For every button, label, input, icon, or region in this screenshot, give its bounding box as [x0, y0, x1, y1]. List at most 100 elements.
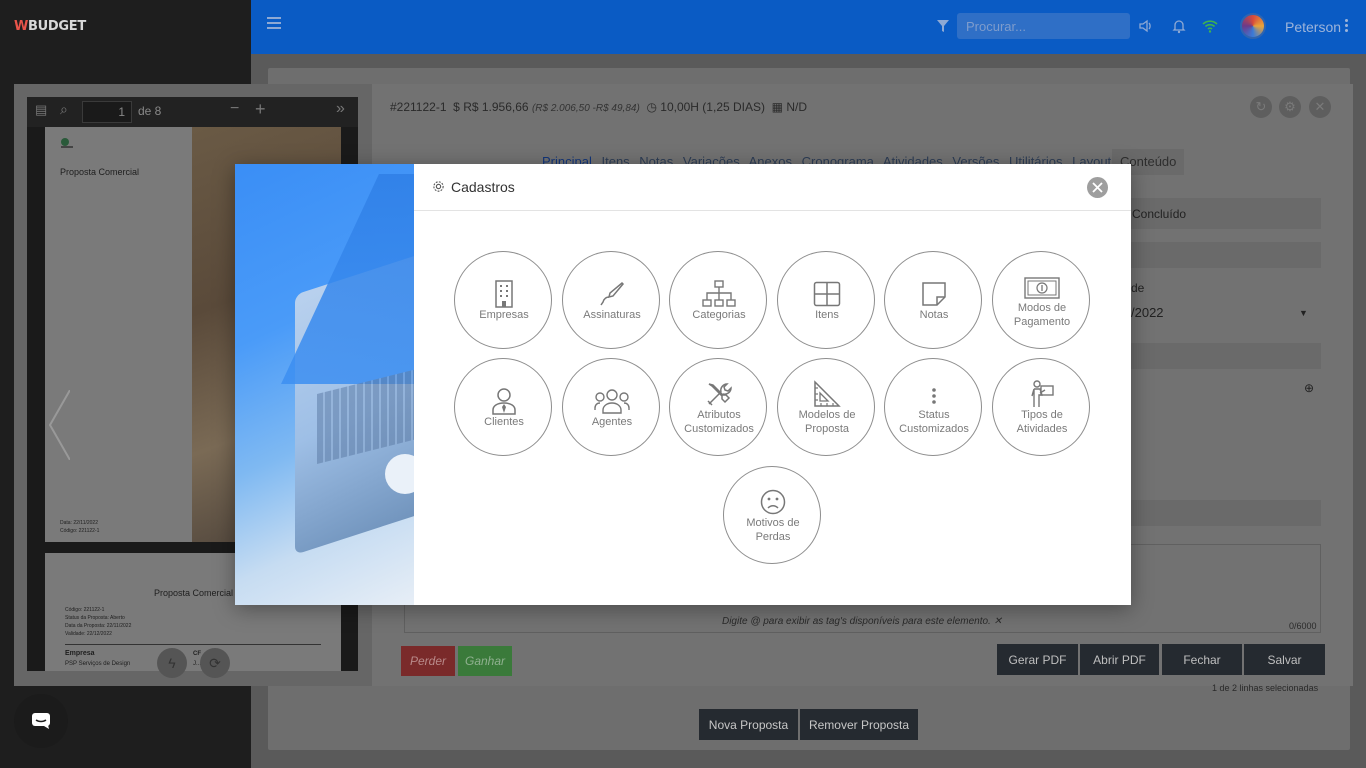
cadastro-label: Itens: [815, 309, 839, 321]
search-input[interactable]: [957, 13, 1130, 39]
zoom-in-icon[interactable]: +: [255, 99, 266, 120]
selection-info: 1 de 2 linhas selecionadas: [1212, 683, 1319, 693]
avatar[interactable]: [1240, 13, 1266, 39]
top-bar: Peterson: [251, 0, 1366, 54]
proposal-code: #221122-1: [390, 100, 447, 114]
proposal-amount: R$ 1.956,66: [463, 100, 529, 114]
sync-icon[interactable]: ⟳: [200, 648, 230, 678]
gear-icon: [433, 181, 444, 192]
banknote-icon: [1024, 277, 1060, 299]
cadastro-label: Atributos Customizados: [684, 409, 754, 435]
user-tie-icon: [492, 388, 516, 415]
new-proposal-button[interactable]: Nova Proposta: [699, 709, 798, 740]
zoom-out-icon[interactable]: −: [230, 100, 239, 118]
money-icon: $: [453, 100, 460, 114]
cadastro-empresas[interactable]: Empresas: [454, 251, 552, 349]
chat-button[interactable]: [14, 694, 68, 748]
cadastro-categorias[interactable]: Categorias: [669, 251, 767, 349]
cadastro-agentes[interactable]: Agentes: [562, 358, 660, 456]
note-icon: [922, 282, 946, 306]
cadastro-notas[interactable]: Notas: [884, 251, 982, 349]
logo-prefix: W: [14, 19, 29, 34]
user-name[interactable]: Peterson: [1285, 19, 1341, 35]
modal-close-button[interactable]: [1087, 177, 1108, 198]
cadastro-clientes[interactable]: Clientes: [454, 358, 552, 456]
cadastro-modos-de-pagamento[interactable]: Modos de Pagamento: [992, 251, 1090, 349]
tools-icon: [707, 383, 732, 406]
company-heading: Empresa: [65, 650, 95, 657]
page1-date: Data: 22/11/2022: [60, 520, 98, 526]
close-button[interactable]: Fechar: [1162, 644, 1242, 675]
modal-illustration: [235, 164, 414, 605]
cadastro-motivos-de-perdas[interactable]: Motivos de Perdas: [723, 466, 821, 564]
hierarchy-icon: [702, 280, 736, 307]
win-button[interactable]: Ganhar: [458, 646, 512, 676]
field-row[interactable]: [1131, 242, 1321, 268]
user-menu-icon[interactable]: [1345, 19, 1349, 33]
pen-icon: [600, 281, 625, 306]
page1-title: Proposta Comercial: [60, 167, 140, 177]
app-logo[interactable]: WBUDGET: [14, 19, 86, 34]
cadastro-label: Status Customizados: [899, 409, 969, 435]
calendar-icon: ▦: [771, 100, 784, 114]
company-logo-icon: [61, 138, 73, 148]
lose-button[interactable]: Perder: [401, 646, 455, 676]
users-icon: [594, 389, 630, 414]
cadastro-label: Notas: [919, 309, 949, 321]
cadastro-label: Assinaturas: [583, 309, 641, 321]
sidebar-toggle-icon[interactable]: ▤: [35, 102, 47, 118]
cadastro-status-customizados[interactable]: Status Customizados: [884, 358, 982, 456]
field-row[interactable]: [1131, 500, 1321, 526]
hint-text: Digite @ para exibir as tag's disponívei…: [721, 616, 991, 627]
status-value: Concluído: [1132, 207, 1187, 221]
date-value[interactable]: /2022: [1131, 305, 1164, 320]
remove-proposal-button[interactable]: Remover Proposta: [800, 709, 918, 740]
close-icon[interactable]: ✕: [1309, 96, 1331, 118]
proposal-date: N/D: [786, 100, 808, 114]
person-board-icon: [1031, 380, 1054, 407]
filter-icon[interactable]: [937, 19, 949, 33]
field-row[interactable]: [1131, 343, 1321, 369]
page-count: de 8: [138, 104, 162, 118]
page1-code: Código: 221122-1: [60, 528, 100, 534]
cadastro-itens[interactable]: Itens: [777, 251, 875, 349]
cadastros-modal: Cadastros Empresas Assinaturas Categoria…: [235, 164, 1131, 605]
cadastro-atributos-customizados[interactable]: Atributos Customizados: [669, 358, 767, 456]
page2-line: Data da Proposta: 22/11/2022: [65, 623, 132, 629]
save-button[interactable]: Salvar: [1244, 644, 1325, 675]
cadastro-modelos-de-proposta[interactable]: Modelos de Proposta: [777, 358, 875, 456]
cadastro-label: Motivos de Perdas: [746, 517, 800, 543]
sad-face-icon: [760, 489, 786, 515]
status-field[interactable]: Concluído: [1131, 198, 1321, 229]
wifi-icon[interactable]: [1202, 18, 1218, 34]
field-label: de: [1131, 281, 1145, 295]
search-icon[interactable]: ⌕: [60, 101, 68, 118]
refresh-icon[interactable]: ↻: [1250, 96, 1272, 118]
cadastro-assinaturas[interactable]: Assinaturas: [562, 251, 660, 349]
lightning-icon[interactable]: ϟ: [157, 648, 187, 678]
proposal-amount-detail: (R$ 2.006,50 -R$ 49,84): [531, 103, 640, 114]
menu-icon[interactable]: [267, 17, 281, 29]
grid-icon: [813, 281, 841, 307]
generate-pdf-button[interactable]: Gerar PDF: [997, 644, 1078, 675]
add-icon[interactable]: ⊕: [1304, 381, 1314, 395]
open-pdf-button[interactable]: Abrir PDF: [1080, 644, 1159, 675]
more-tools-icon[interactable]: »: [336, 100, 345, 118]
page-number-input[interactable]: [82, 101, 132, 123]
close-icon: [1092, 182, 1103, 193]
cadastro-label: Clientes: [484, 416, 524, 428]
cadastro-label: Tipos de Atividades: [1016, 409, 1068, 435]
chevron-down-icon[interactable]: ▼: [1299, 308, 1308, 318]
page2-title: Proposta Comercial: [154, 588, 234, 598]
cadastro-label: Modos de Pagamento: [1013, 302, 1071, 328]
modal-header: Cadastros: [414, 164, 1131, 211]
volume-icon[interactable]: [1138, 18, 1154, 34]
previous-page-icon[interactable]: [48, 390, 70, 460]
page2-line: Validade: 22/12/2022: [65, 631, 112, 637]
bell-icon[interactable]: [1171, 18, 1187, 34]
close-icon[interactable]: ✕: [994, 616, 1002, 627]
building-icon: [495, 280, 513, 308]
cadastro-label: Modelos de Proposta: [798, 409, 856, 435]
gear-icon[interactable]: ⚙: [1279, 96, 1301, 118]
cadastro-tipos-de-atividades[interactable]: Tipos de Atividades: [992, 358, 1090, 456]
